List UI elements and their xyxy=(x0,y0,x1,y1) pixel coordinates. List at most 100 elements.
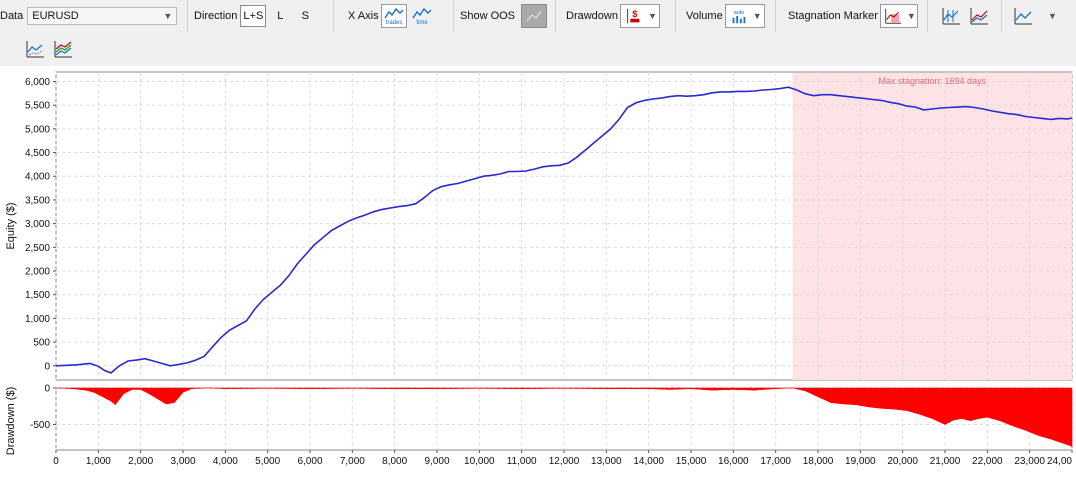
equity-y-tick-label: 0 xyxy=(44,361,50,372)
direction-group: Direction L+S L S xyxy=(188,0,334,32)
chart-type-c-icon xyxy=(1014,8,1032,25)
data-label: Data xyxy=(0,10,24,22)
toolbar-row-1: Data EURUSD ▼ Direction L+S L S X Axis t… xyxy=(0,0,1057,32)
drawdown-y-ticks: 0 -500 xyxy=(30,384,56,431)
drawdown-y-axis-label: Drawdown ($) xyxy=(5,387,17,455)
stagnation-select[interactable]: ▼ xyxy=(879,4,918,28)
direction-ls-button[interactable]: L+S xyxy=(240,5,267,27)
toolbar-row-2 xyxy=(0,33,76,65)
data-group: Data EURUSD ▼ xyxy=(0,0,188,32)
x-tick-label: 7,000 xyxy=(340,456,365,467)
xaxis-trades-button[interactable]: trades xyxy=(380,4,407,28)
drawdown-y-tick-label: 0 xyxy=(44,384,50,395)
direction-long-button[interactable]: L xyxy=(269,5,291,27)
equity-y-ticks: 0 500 1,000 1,500 2,000 2,500 3,000 3,500 4,000 4… xyxy=(25,77,56,372)
x-tick-label: 14,000 xyxy=(633,456,664,467)
data-symbol-select[interactable]: EURUSD ▼ xyxy=(27,7,178,25)
xaxis-label: X Axis xyxy=(348,10,379,22)
chart-multiline-icon xyxy=(54,41,72,58)
chart-multiline-button[interactable] xyxy=(50,37,76,61)
x-tick-label: 13,000 xyxy=(591,456,622,467)
xaxis-group: X Axis trades time xyxy=(334,0,454,32)
x-tick-label: 6,000 xyxy=(297,456,322,467)
stagnation-label: Max stagnation: 1694 days xyxy=(879,76,987,86)
x-tick-label: 0 xyxy=(53,456,59,467)
equity-y-tick-label: 2,500 xyxy=(25,243,50,254)
chart-scatter-button[interactable] xyxy=(22,37,48,61)
stagnation-shade xyxy=(792,73,1072,380)
toolbar: Data EURUSD ▼ Direction L+S L S X Axis t… xyxy=(0,0,1076,66)
chevron-down-icon: ▼ xyxy=(752,11,762,21)
x-tick-label: 22,000 xyxy=(972,456,1003,467)
x-tick-label: 2,000 xyxy=(128,456,153,467)
equity-y-tick-label: 4,000 xyxy=(25,172,50,183)
stagnation-marker-icon xyxy=(885,8,902,24)
equity-y-axis-label: Equity ($) xyxy=(5,202,17,249)
x-tick-label: 17,000 xyxy=(760,456,791,467)
xaxis-trades-icon: trades xyxy=(383,7,404,26)
equity-y-tick-label: 3,000 xyxy=(25,219,50,230)
xaxis-time-button[interactable]: time xyxy=(409,4,435,28)
equity-y-tick-label: 3,500 xyxy=(25,195,50,206)
equity-y-tick-label: 6,000 xyxy=(25,77,50,88)
xaxis-trades-text: trades xyxy=(385,20,402,26)
stagnation-region xyxy=(792,73,1072,380)
volume-label: Volume xyxy=(686,10,723,22)
direction-label: Direction xyxy=(194,10,238,22)
x-axis-ticks: 0 1,000 2,000 3,000 4,000 5,000 6,000 7,000 8,00… xyxy=(53,450,1073,467)
x-tick-label: 4,000 xyxy=(213,456,238,467)
volume-select[interactable]: auto ▼ xyxy=(724,4,765,28)
equity-y-tick-label: 5,500 xyxy=(25,101,50,112)
x-tick-label: 5,000 xyxy=(255,456,280,467)
chart-scatter-icon xyxy=(26,41,44,58)
stagnation-group: Stagnation Marker ▼ xyxy=(776,0,928,32)
x-tick-label: 16,000 xyxy=(718,456,749,467)
equity-y-tick-label: 500 xyxy=(33,338,50,349)
x-tick-label: 23,000 xyxy=(1014,456,1045,467)
equity-y-tick-label: 4,500 xyxy=(25,148,50,159)
equity-y-tick-label: 1,500 xyxy=(25,290,50,301)
equity-y-tick-label: 5,000 xyxy=(25,124,50,135)
chevron-down-icon[interactable]: ▼ xyxy=(1048,11,1057,21)
x-tick-label: 21,000 xyxy=(930,456,961,467)
x-tick-label: 8,000 xyxy=(382,456,407,467)
drawdown-select[interactable]: $ ▼ xyxy=(619,4,660,28)
equity-drawdown-chart: 0 500 1,000 1,500 2,000 2,500 3,000 3,500 4,000 4… xyxy=(5,71,1073,467)
drawdown-label: Drawdown xyxy=(566,10,618,22)
chart-type-b-button[interactable] xyxy=(966,4,992,28)
chart-type-extra-group xyxy=(1002,0,1042,32)
drawdown-dollar-text: $ xyxy=(632,9,637,19)
xaxis-time-icon: time xyxy=(411,7,432,26)
x-tick-label: 11,000 xyxy=(507,456,537,467)
chart-type-group xyxy=(928,0,1002,32)
direction-short-button[interactable]: S xyxy=(294,5,316,27)
x-tick-label: 15,000 xyxy=(676,456,707,467)
x-tick-label: 24,00 xyxy=(1047,456,1072,467)
equity-y-tick-label: 2,000 xyxy=(25,267,50,278)
x-tick-label: 20,000 xyxy=(887,456,918,467)
xaxis-time-text: time xyxy=(416,20,428,26)
chevron-down-icon: ▼ xyxy=(163,11,173,21)
drawdown-group: Drawdown $ ▼ xyxy=(556,0,676,32)
x-tick-label: 1,000 xyxy=(86,456,111,467)
show-oos-icon xyxy=(526,10,542,22)
show-oos-toggle[interactable] xyxy=(521,4,548,28)
volume-group: Volume auto ▼ xyxy=(676,0,776,32)
drawdown-dollar-icon: $ xyxy=(627,8,640,24)
chevron-down-icon: ▼ xyxy=(647,11,657,21)
x-tick-label: 12,000 xyxy=(549,456,580,467)
equity-y-tick-label: 1,000 xyxy=(25,314,50,325)
show-oos-group: Show OOS xyxy=(454,0,556,32)
chart-area: 0 500 1,000 1,500 2,000 2,500 3,000 3,500 4,000 4… xyxy=(0,66,1076,478)
volume-auto-text: auto xyxy=(733,10,744,16)
x-tick-label: 10,000 xyxy=(464,456,495,467)
x-tick-label: 3,000 xyxy=(170,456,195,467)
drawdown-y-tick-label: -500 xyxy=(30,420,50,431)
x-tick-label: 9,000 xyxy=(424,456,449,467)
chart-type-c-button[interactable] xyxy=(1010,4,1036,28)
chart-type-a-button[interactable] xyxy=(938,4,964,28)
data-symbol-value: EURUSD xyxy=(32,10,79,22)
stagnation-label: Stagnation Marker xyxy=(788,10,878,22)
chart-type-a-icon xyxy=(942,8,960,25)
x-tick-label: 19,000 xyxy=(845,456,876,467)
